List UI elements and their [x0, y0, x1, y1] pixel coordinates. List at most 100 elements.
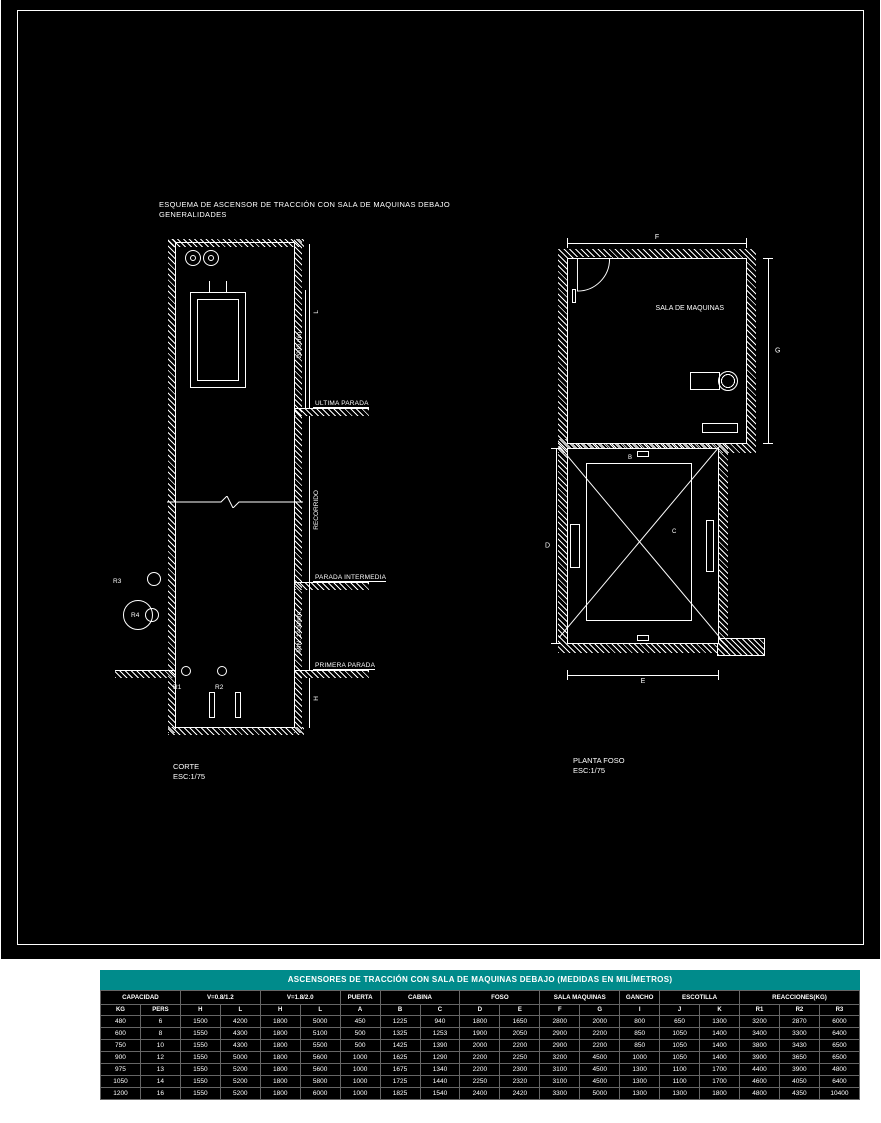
table-cell: 3200 — [740, 1016, 780, 1028]
plan-title: PLANTA FOSO ESC:1/75 — [573, 756, 625, 776]
machine-room-label: SALA DE MAQUINAS — [656, 305, 724, 312]
section-title: CORTE ESC:1/75 — [173, 762, 205, 782]
elevator-car — [190, 292, 246, 388]
table-group-header: GANCHO — [620, 991, 660, 1005]
dim-line-l — [309, 244, 310, 408]
table-cell: 8 — [140, 1028, 180, 1040]
table-cell: 2000 — [460, 1040, 500, 1052]
table-sub-header: L — [300, 1005, 340, 1016]
table-sub-header: KG — [101, 1005, 141, 1016]
dim-line-recorrido — [309, 416, 310, 670]
machine-room-plan: SALA DE MAQUINAS — [567, 258, 747, 444]
rail-top — [637, 451, 649, 457]
table-cell: 450 — [340, 1016, 380, 1028]
table-sub-header: PERS — [140, 1005, 180, 1016]
table-cell: 1440 — [420, 1076, 460, 1088]
table-cell: 2300 — [500, 1064, 540, 1076]
table-cell: 3800 — [740, 1040, 780, 1052]
table-cell: 3200 — [540, 1052, 580, 1064]
table-cell: 2200 — [580, 1028, 620, 1040]
table-cell: 1550 — [180, 1088, 220, 1100]
plan-scale: ESC:1/75 — [573, 766, 625, 776]
table-cell: 6 — [140, 1016, 180, 1028]
table-sub-header: F — [540, 1005, 580, 1016]
break-line — [167, 496, 303, 508]
table-cell: 1050 — [660, 1052, 700, 1064]
table-group-header: FOSO — [460, 991, 540, 1005]
pit-plan: B C — [567, 448, 719, 644]
counterweight — [706, 520, 714, 572]
table-cell: 1650 — [500, 1016, 540, 1028]
table-cell: 1800 — [260, 1028, 300, 1040]
table-cell: 850 — [620, 1028, 660, 1040]
table-cell: 2050 — [500, 1028, 540, 1040]
table-cell: 1800 — [260, 1076, 300, 1088]
table-sub-header: L — [220, 1005, 260, 1016]
table-cell: 1225 — [380, 1016, 420, 1028]
table-cell: 2900 — [540, 1040, 580, 1052]
table-cell: 10400 — [819, 1088, 859, 1100]
table-cell: 6500 — [819, 1040, 859, 1052]
r1-label: R1 — [173, 684, 181, 691]
table-cell: 4800 — [740, 1088, 780, 1100]
table-cell: 1500 — [180, 1016, 220, 1028]
table-cell: 6500 — [819, 1052, 859, 1064]
table-cell: 6000 — [819, 1016, 859, 1028]
dim-l: L — [313, 310, 320, 314]
sheave-r3 — [147, 572, 161, 586]
table-cell: 13 — [140, 1064, 180, 1076]
table-cell: 1300 — [660, 1088, 700, 1100]
table-cell: 975 — [101, 1064, 141, 1076]
table-group-header: PUERTA — [340, 991, 380, 1005]
spec-table: CAPACIDADV=0.8/1.2V=1.8/2.0PUERTACABINAF… — [100, 990, 860, 1100]
table-cell: 4300 — [220, 1040, 260, 1052]
table-row: 1050141550520018005800100017251440225023… — [101, 1076, 860, 1088]
table-group-header: SALA MAQUINAS — [540, 991, 620, 1005]
table-cell: 5500 — [300, 1040, 340, 1052]
table-group-header: REACCIONES(KG) — [740, 991, 860, 1005]
table-cell: 1625 — [380, 1052, 420, 1064]
table-sub-header: D — [460, 1005, 500, 1016]
table-sub-header: I — [620, 1005, 660, 1016]
table-cell: 3400 — [740, 1028, 780, 1040]
sheave-r1 — [181, 666, 191, 676]
table-cell: 1400 — [700, 1052, 740, 1064]
table-cell: 4500 — [580, 1064, 620, 1076]
table-cell: 1550 — [180, 1040, 220, 1052]
traction-motor — [690, 371, 738, 391]
table-group-header: V=0.8/1.2 — [180, 991, 260, 1005]
table-cell: 2420 — [500, 1088, 540, 1100]
table-cell: 1000 — [340, 1052, 380, 1064]
table-sub-header: B — [380, 1005, 420, 1016]
table-cell: 4200 — [220, 1016, 260, 1028]
table-cell: 3100 — [540, 1076, 580, 1088]
last-floor-slab — [295, 408, 369, 416]
table-cell: 1300 — [620, 1064, 660, 1076]
table-sub-header: R2 — [779, 1005, 819, 1016]
cad-drawing-panel: ESQUEMA DE ASCENSOR DE TRACCIÓN CON SALA… — [0, 0, 881, 960]
table-cell: 1550 — [180, 1052, 220, 1064]
r4-label: R4 — [131, 612, 139, 619]
table-group-header: ESCOTILLA — [660, 991, 740, 1005]
control-panel — [702, 423, 738, 433]
table-cell: 1253 — [420, 1028, 460, 1040]
table-cell: 5800 — [300, 1076, 340, 1088]
table-sub-header-row: KGPERSHLHLABCDEFGIJKR1R2R3 — [101, 1005, 860, 1016]
table-cell: 12 — [140, 1052, 180, 1064]
r3-label: R3 — [113, 578, 121, 585]
table-cell: 1390 — [420, 1040, 460, 1052]
dim-d: D — [551, 448, 561, 644]
table-cell: 1550 — [180, 1076, 220, 1088]
table-cell: 4400 — [740, 1064, 780, 1076]
table-cell: 5200 — [220, 1064, 260, 1076]
table-body: 4806150042001800500045012259401800165028… — [101, 1016, 860, 1100]
table-cell: 1000 — [340, 1088, 380, 1100]
door-frame — [570, 524, 580, 568]
table-cell: 3300 — [779, 1028, 819, 1040]
dim-f: F — [567, 238, 747, 248]
table-group-header: CAPACIDAD — [101, 991, 181, 1005]
title-line-2: GENERALIDADES — [159, 210, 450, 220]
table-cell: 5100 — [300, 1028, 340, 1040]
table-cell: 6400 — [819, 1028, 859, 1040]
dim-e: E — [567, 670, 719, 680]
